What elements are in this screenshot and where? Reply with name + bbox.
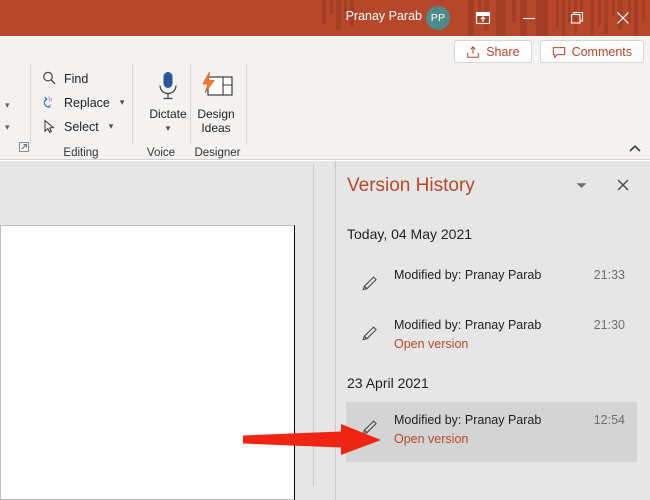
pencil-icon — [360, 417, 380, 442]
dialog-launcher-icon[interactable] — [18, 140, 30, 152]
version-entry[interactable]: Modified by: Pranay Parab 21:30 Open ver… — [346, 312, 637, 358]
version-time: 21:30 — [594, 318, 625, 332]
restore-icon[interactable] — [554, 0, 600, 36]
design-ideas-icon — [197, 67, 235, 107]
title-bar: Pranay Parab PP — [0, 0, 650, 36]
avatar[interactable]: PP — [426, 6, 450, 30]
ribbon-groups: ▾ ▾ Find b c — [0, 62, 650, 160]
slide-canvas[interactable] — [0, 225, 295, 500]
select-button[interactable]: Select ▾ — [41, 118, 113, 135]
comments-label: Comments — [572, 45, 632, 59]
replace-label: Replace — [64, 96, 110, 110]
comments-button[interactable]: Comments — [540, 40, 644, 63]
replace-button[interactable]: b c Replace ▾ — [41, 94, 124, 111]
design-ideas-label-1: Design — [197, 107, 234, 121]
share-icon — [466, 45, 480, 59]
chevron-down-icon[interactable]: ▾ — [109, 121, 114, 132]
comment-bubble-icon — [552, 45, 566, 59]
design-ideas-label-2: Ideas — [201, 121, 230, 135]
version-time: 12:54 — [594, 413, 625, 427]
pencil-icon — [360, 273, 380, 298]
ribbon-display-options-icon[interactable] — [460, 0, 506, 36]
find-button[interactable]: Find — [41, 70, 88, 87]
ribbon: Share Comments ▾ ▾ Find — [0, 36, 650, 160]
version-time: 21:33 — [594, 268, 625, 282]
replace-icon: b c — [41, 94, 58, 111]
design-ideas-button[interactable]: Design Ideas — [187, 67, 245, 135]
share-button[interactable]: Share — [454, 40, 531, 63]
magnifier-icon — [41, 70, 58, 87]
pane-splitter[interactable] — [313, 164, 314, 486]
share-label: Share — [486, 45, 519, 59]
date-heading: 23 April 2021 — [347, 375, 429, 391]
chevron-down-icon[interactable]: ▾ — [120, 97, 125, 108]
group-separator — [246, 64, 247, 144]
pencil-icon — [360, 323, 380, 348]
chevron-up-icon[interactable] — [628, 140, 642, 158]
group-separator — [30, 64, 31, 144]
close-icon[interactable] — [600, 0, 646, 36]
cursor-arrow-icon — [41, 118, 58, 135]
ribbon-command-bar: Share Comments — [454, 40, 644, 63]
svg-text:c: c — [48, 102, 51, 110]
open-version-link[interactable]: Open version — [394, 432, 468, 446]
version-label: Modified by: Pranay Parab — [394, 268, 541, 282]
open-version-link[interactable]: Open version — [394, 337, 468, 351]
title-bar-decoration — [0, 0, 650, 36]
microphone-icon — [153, 67, 183, 107]
powerpoint-window: Pranay Parab PP Share — [0, 0, 650, 500]
date-heading: Today, 04 May 2021 — [347, 226, 472, 242]
select-label: Select — [64, 120, 99, 134]
minimize-icon[interactable] — [506, 0, 552, 36]
close-icon[interactable] — [610, 173, 636, 197]
page-title: Version History — [347, 175, 475, 197]
version-label: Modified by: Pranay Parab — [394, 413, 541, 427]
group-label-editing: Editing — [31, 147, 131, 159]
group-label-designer: Designer — [189, 147, 246, 159]
clipped-control-caret-2[interactable]: ▾ — [5, 122, 10, 133]
chevron-down-icon[interactable]: ▾ — [166, 121, 171, 135]
version-entry[interactable]: Modified by: Pranay Parab 21:33 — [346, 262, 637, 308]
dictate-label: Dictate — [149, 107, 186, 121]
chevron-down-icon[interactable] — [568, 173, 594, 197]
group-label-voice: Voice — [133, 147, 189, 159]
version-history-pane: Version History Today, 04 May 2021 Modif… — [335, 161, 650, 500]
version-label: Modified by: Pranay Parab — [394, 318, 541, 332]
clipped-control-caret-1[interactable]: ▾ — [5, 100, 10, 111]
version-entry-selected[interactable]: Modified by: Pranay Parab 12:54 Open ver… — [346, 402, 637, 462]
account-name[interactable]: Pranay Parab — [346, 9, 422, 23]
group-separator — [132, 64, 133, 144]
find-label: Find — [64, 72, 88, 86]
